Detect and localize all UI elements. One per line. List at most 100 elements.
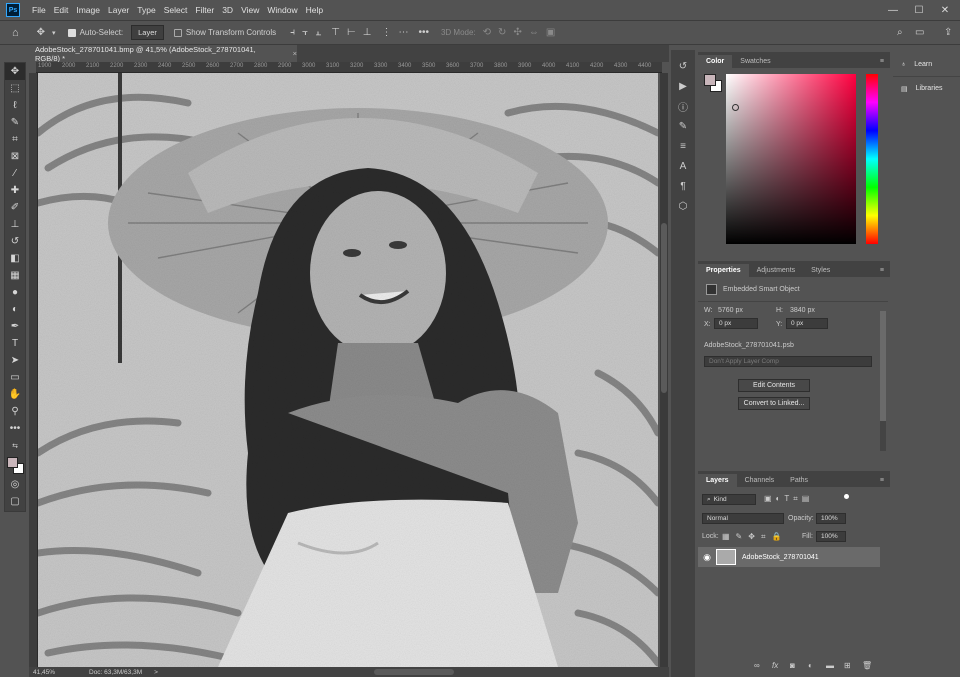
panel-foreground-swatch[interactable] bbox=[704, 74, 716, 86]
width-value[interactable]: 5760 px bbox=[718, 307, 743, 314]
tab-properties[interactable]: Properties bbox=[698, 264, 749, 277]
chevron-down-icon[interactable]: ▾ bbox=[52, 29, 56, 37]
scale-3d-icon[interactable]: ▣ bbox=[546, 27, 555, 38]
zoom-tool[interactable]: ⚲ bbox=[5, 403, 25, 420]
new-layer-icon[interactable]: ⊞ bbox=[844, 661, 862, 670]
actions-play-icon[interactable]: ▶ bbox=[671, 76, 695, 96]
character-icon[interactable]: A bbox=[671, 156, 695, 176]
dodge-tool[interactable]: ◐ bbox=[5, 301, 25, 318]
more-options-icon[interactable]: ••• bbox=[418, 27, 429, 38]
color-picker-marker[interactable] bbox=[732, 104, 739, 111]
panel-menu-icon[interactable]: ≡ bbox=[874, 55, 890, 68]
slide-3d-icon[interactable]: ⇔ bbox=[529, 27, 539, 38]
horizontal-scrollbar-thumb[interactable] bbox=[374, 669, 454, 675]
status-menu-arrow[interactable]: > bbox=[154, 669, 158, 676]
lasso-tool[interactable]: ℓ bbox=[5, 97, 25, 114]
menu-help[interactable]: Help bbox=[302, 5, 327, 15]
align-left-icon[interactable]: ⫞ bbox=[290, 27, 295, 38]
maximize-button[interactable]: ☐ bbox=[906, 0, 932, 20]
paragraph-icon[interactable]: ¶ bbox=[671, 176, 695, 196]
libraries-item[interactable]: ▤ Libraries bbox=[893, 76, 960, 100]
align-top-icon[interactable]: ⊤ bbox=[331, 27, 340, 38]
opacity-field[interactable]: 100% bbox=[816, 513, 846, 524]
menu-3d[interactable]: 3D bbox=[218, 5, 237, 15]
photoshop-logo[interactable]: Ps bbox=[6, 3, 20, 17]
quick-mask-icon[interactable]: ◎ bbox=[5, 476, 25, 493]
eye-icon[interactable]: ◉ bbox=[698, 552, 716, 563]
path-select-tool[interactable]: ➤ bbox=[5, 352, 25, 369]
layer-comp-dropdown[interactable]: Don't Apply Layer Comp bbox=[704, 356, 872, 367]
brush-settings-icon[interactable]: ✎ bbox=[671, 116, 695, 136]
menu-image[interactable]: Image bbox=[72, 5, 104, 15]
auto-select-target-dropdown[interactable]: Layer bbox=[131, 25, 164, 40]
edit-contents-button[interactable]: Edit Contents bbox=[738, 379, 810, 392]
show-transform-checkbox[interactable] bbox=[173, 28, 182, 37]
move-tool-icon[interactable]: ✥ bbox=[37, 27, 45, 38]
marquee-tool[interactable]: ⬚ bbox=[5, 80, 25, 97]
align-bottom-icon[interactable]: ⊥ bbox=[363, 27, 372, 38]
hue-slider[interactable] bbox=[866, 74, 878, 244]
document-tab[interactable]: AdobeStock_278701041.bmp @ 41,5% (AdobeS… bbox=[29, 45, 297, 63]
workspace-icon[interactable]: ▭ bbox=[915, 27, 924, 38]
layer-row[interactable]: ◉ AdobeStock_278701041 bbox=[698, 547, 880, 567]
tab-swatches[interactable]: Swatches bbox=[732, 55, 778, 68]
menu-select[interactable]: Select bbox=[160, 5, 192, 15]
close-tab-icon[interactable]: × bbox=[293, 49, 297, 58]
document-canvas[interactable] bbox=[38, 73, 658, 667]
zoom-level[interactable]: 41,45% bbox=[33, 669, 73, 676]
search-icon[interactable]: ⌕ bbox=[897, 27, 903, 38]
clone-stamp-tool[interactable]: ⊥ bbox=[5, 216, 25, 233]
blur-tool[interactable]: ● bbox=[5, 284, 25, 301]
move-tool[interactable]: ✥ bbox=[5, 63, 25, 80]
crop-tool[interactable]: ⌗ bbox=[5, 131, 25, 148]
properties-scroll-thumb[interactable] bbox=[880, 311, 886, 421]
trash-icon[interactable]: 🗑 bbox=[862, 661, 880, 670]
lock-icons[interactable]: ▦✎✥⌗🔒 bbox=[722, 532, 787, 542]
align-right-icon[interactable]: ⫠ bbox=[315, 27, 321, 38]
history-brush-tool[interactable]: ↺ bbox=[5, 233, 25, 250]
scrollbar-thumb[interactable] bbox=[661, 223, 667, 393]
layer-name[interactable]: AdobeStock_278701041 bbox=[742, 554, 819, 561]
align-middle-icon[interactable]: ⊢ bbox=[347, 27, 356, 38]
gradient-tool[interactable]: ▦ bbox=[5, 267, 25, 284]
blend-mode-dropdown[interactable]: Normal bbox=[702, 513, 784, 524]
auto-select-checkbox[interactable] bbox=[67, 28, 76, 37]
healing-brush-tool[interactable]: ✚ bbox=[5, 182, 25, 199]
tab-adjustments[interactable]: Adjustments bbox=[749, 264, 804, 277]
menu-filter[interactable]: Filter bbox=[191, 5, 218, 15]
y-field[interactable]: 0 px bbox=[786, 318, 828, 329]
share-icon[interactable]: ⇪ bbox=[944, 27, 952, 38]
distribute-icon[interactable]: ⋮ bbox=[381, 27, 391, 38]
menu-edit[interactable]: Edit bbox=[50, 5, 73, 15]
history-icon[interactable]: ↺ bbox=[671, 56, 695, 76]
properties-scrollbar[interactable] bbox=[880, 311, 886, 451]
pen-tool[interactable]: ✒ bbox=[5, 318, 25, 335]
height-value[interactable]: 3840 px bbox=[790, 307, 815, 314]
color-swatches[interactable] bbox=[5, 454, 25, 476]
link-icon[interactable]: ∞ bbox=[754, 661, 772, 670]
minimize-button[interactable]: — bbox=[880, 0, 906, 20]
edit-toolbar-icon[interactable]: ••• bbox=[5, 420, 25, 437]
home-icon[interactable]: ⌂ bbox=[12, 27, 19, 39]
tab-color[interactable]: Color bbox=[698, 55, 733, 68]
menu-type[interactable]: Type bbox=[133, 5, 159, 15]
align-center-icon[interactable]: ⫟ bbox=[302, 27, 308, 38]
roll-3d-icon[interactable]: ↻ bbox=[498, 27, 506, 38]
3d-cube-icon[interactable]: ⬡ bbox=[671, 196, 695, 216]
fill-field[interactable]: 100% bbox=[816, 531, 846, 542]
screen-mode-icon[interactable]: ▢ bbox=[5, 493, 25, 510]
color-field[interactable] bbox=[726, 74, 856, 244]
group-icon[interactable]: ▬ bbox=[826, 661, 844, 670]
distribute-h-icon[interactable]: ⋯ bbox=[398, 27, 408, 38]
pan-3d-icon[interactable]: ✣ bbox=[513, 27, 521, 38]
adjust-sliders-icon[interactable]: ≡ bbox=[671, 136, 695, 156]
x-field[interactable]: 0 px bbox=[714, 318, 758, 329]
menu-layer[interactable]: Layer bbox=[104, 5, 133, 15]
menu-file[interactable]: File bbox=[28, 5, 50, 15]
info-icon[interactable]: ⓘ bbox=[671, 96, 695, 116]
layer-filter-icons[interactable]: ▣◐T⌗▤ bbox=[764, 494, 813, 504]
menu-view[interactable]: View bbox=[237, 5, 263, 15]
type-tool[interactable]: T bbox=[5, 335, 25, 352]
swap-colors-icon[interactable]: ⇆ bbox=[5, 437, 25, 454]
mask-icon[interactable]: ◙ bbox=[790, 661, 808, 670]
